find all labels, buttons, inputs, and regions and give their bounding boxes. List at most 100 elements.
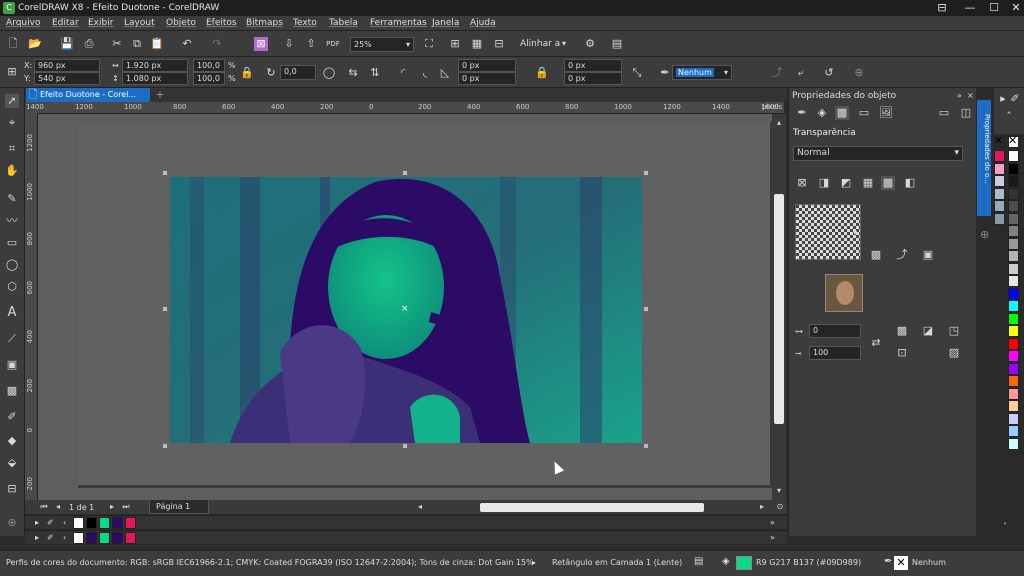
shape-tool-icon[interactable]: ⌖ xyxy=(5,116,19,130)
publish-pdf-icon[interactable]: PDF xyxy=(326,37,340,51)
corner-radius-1-field[interactable]: 0 px xyxy=(458,59,516,72)
edit-fill-icon[interactable]: ⊟ xyxy=(5,482,19,496)
bitmap-thumbnail[interactable] xyxy=(825,274,863,312)
fill-color-swatch[interactable] xyxy=(736,556,752,570)
palette-swatch[interactable] xyxy=(994,162,1005,175)
scroll-left-icon[interactable]: ◂ xyxy=(413,500,427,514)
to-front-icon[interactable]: ⤴ xyxy=(770,66,784,80)
scroll-right-icon[interactable]: » xyxy=(770,518,775,527)
add-pattern-icon[interactable]: ▣ xyxy=(921,248,935,262)
scroll-left-icon[interactable]: ‹ xyxy=(63,533,66,542)
artistic-media-icon[interactable]: 〰 xyxy=(5,214,19,228)
page-tab[interactable]: Página 1 xyxy=(149,500,209,514)
palette-swatch[interactable] xyxy=(1008,437,1019,450)
next-page-icon[interactable]: ▸ xyxy=(105,500,119,514)
pan-tool-icon[interactable]: ✋ xyxy=(5,164,19,178)
outline-width-select[interactable]: Nenhum ▾ xyxy=(672,65,732,80)
palette-swatch[interactable] xyxy=(994,200,1005,212)
x-position-field[interactable]: 960 px xyxy=(34,59,100,72)
cut-icon[interactable]: ✂ xyxy=(110,37,124,51)
vector-pattern-transparency-icon[interactable]: ▦ xyxy=(861,176,875,190)
mirror-tiles-v-icon[interactable]: ◪ xyxy=(921,324,935,338)
palette-swatch[interactable] xyxy=(1008,337,1019,350)
chamfer-corner-icon[interactable]: ◺ xyxy=(438,66,452,80)
palette-swatch[interactable] xyxy=(1008,225,1019,237)
palette-swatch[interactable] xyxy=(994,212,1005,225)
menu-editar[interactable]: Editar xyxy=(52,18,79,28)
menu-tabela[interactable]: Tabela xyxy=(329,18,358,28)
pick-tool-icon[interactable]: ➚ xyxy=(5,94,19,108)
palette-swatch[interactable] xyxy=(1008,150,1019,162)
menu-layout[interactable]: Layout xyxy=(124,18,155,28)
rotation-field[interactable]: 0,0 xyxy=(280,65,316,80)
polygon-tool-icon[interactable]: ⬡ xyxy=(5,280,19,294)
ellipse-tool-icon[interactable]: ◯ xyxy=(5,258,19,272)
horizontal-scroll-thumb[interactable] xyxy=(480,503,704,512)
height-field[interactable]: 1.080 px xyxy=(122,72,188,85)
mirror-vertical-icon[interactable]: ⇅ xyxy=(368,66,382,80)
scroll-right-icon[interactable]: ▸ xyxy=(755,500,769,514)
transparency-tool-icon[interactable]: ▩ xyxy=(5,384,19,398)
lock-ratio-icon[interactable]: 🔒 xyxy=(240,66,254,80)
import-pattern-icon[interactable]: ⤴ xyxy=(895,248,909,262)
last-page-icon[interactable]: ⏭ xyxy=(119,500,133,514)
transform-with-object-icon[interactable]: ⊡ xyxy=(895,346,909,360)
menu-texto[interactable]: Texto xyxy=(293,18,317,28)
scale-height-field[interactable]: 100,0 xyxy=(193,72,225,85)
palette-swatch[interactable] xyxy=(1008,212,1019,225)
menu-ferramentas[interactable]: Ferramentas xyxy=(370,18,427,28)
menu-arquivo[interactable]: Arquivo xyxy=(6,18,40,28)
pattern-options-icon[interactable]: ▩ xyxy=(869,248,883,262)
selection-handle[interactable] xyxy=(162,443,168,449)
paste-icon[interactable]: 📋 xyxy=(150,37,164,51)
import-icon[interactable]: ⇩ xyxy=(282,37,296,51)
palette-swatch[interactable] xyxy=(1008,162,1019,175)
new-document-icon[interactable]: 🗋 xyxy=(6,37,20,51)
print-icon[interactable]: ⎙ xyxy=(82,37,96,51)
swatch-none[interactable] xyxy=(73,532,84,544)
docker-side-tab[interactable]: Propriedades do o... xyxy=(977,100,991,216)
horizontal-ruler[interactable]: 1400 1200 1000 800 600 400 200 0 200 400 600 800 100… xyxy=(26,102,975,114)
interactive-fill-icon[interactable]: ◆ xyxy=(5,434,19,448)
summary-properties-icon[interactable]: ▭ xyxy=(857,106,871,120)
scroll-up-icon[interactable]: ˄ xyxy=(1002,110,1016,124)
selection-handle[interactable] xyxy=(643,443,649,449)
scroll-up-icon[interactable]: ▴ xyxy=(772,116,786,130)
pattern-preview[interactable] xyxy=(795,204,861,260)
outline-properties-icon[interactable]: ✒ xyxy=(795,106,809,120)
scroll-left-icon[interactable]: ‹ xyxy=(63,518,66,527)
palette-swatch[interactable] xyxy=(1008,237,1019,250)
mirror-tiles-h-icon[interactable]: ▩ xyxy=(895,324,909,338)
vertical-scrollbar[interactable]: ▴ ▾ xyxy=(772,114,786,500)
outline-color-swatch[interactable]: ✕ xyxy=(894,556,908,570)
rotation-center-icon[interactable]: ◯ xyxy=(322,66,336,80)
scroll-right-icon[interactable]: » xyxy=(770,533,775,542)
add-icon[interactable]: ⊕ xyxy=(852,66,866,80)
vertical-ruler[interactable]: 1200 1000 800 600 400 200 0 200 xyxy=(25,114,38,500)
palette-swatch[interactable] xyxy=(1008,400,1019,412)
export-icon[interactable]: ⇧ xyxy=(304,37,318,51)
vertical-scroll-thumb[interactable] xyxy=(774,194,784,424)
menu-janela[interactable]: Janela xyxy=(432,18,459,28)
app-launcher-icon[interactable]: ▤ xyxy=(610,37,624,51)
parallel-dimension-icon[interactable]: ⟋ xyxy=(5,332,19,346)
help-icon[interactable]: ⊟ xyxy=(930,0,954,16)
selection-handle[interactable] xyxy=(402,443,408,449)
uniform-transparency-icon[interactable]: ◨ xyxy=(817,176,831,190)
y-position-field[interactable]: 540 px xyxy=(34,72,100,85)
palette-swatch[interactable] xyxy=(1008,425,1019,437)
scroll-down-icon[interactable]: ˅ xyxy=(1003,522,1007,531)
align-to-dropdown[interactable]: Alinhar a xyxy=(520,39,560,49)
redo-icon[interactable]: ↷ xyxy=(210,37,224,51)
corner-radius-2-field[interactable]: 0 px xyxy=(458,72,516,85)
corner-radius-4-field[interactable]: 0 px xyxy=(564,72,622,85)
undo-icon[interactable]: ↶ xyxy=(180,37,194,51)
merge-mode-select[interactable]: Normal ▾ xyxy=(793,146,963,161)
palette-swatch[interactable] xyxy=(994,150,1005,162)
palette-swatch[interactable] xyxy=(1008,287,1019,300)
swatch-purple[interactable] xyxy=(86,532,97,544)
text-tool-icon[interactable]: A xyxy=(5,306,19,320)
tile-icon[interactable]: ◳ xyxy=(947,324,961,338)
swap-icon[interactable]: ⇄ xyxy=(869,336,883,350)
docker-collapse-icon[interactable]: » xyxy=(957,91,962,100)
